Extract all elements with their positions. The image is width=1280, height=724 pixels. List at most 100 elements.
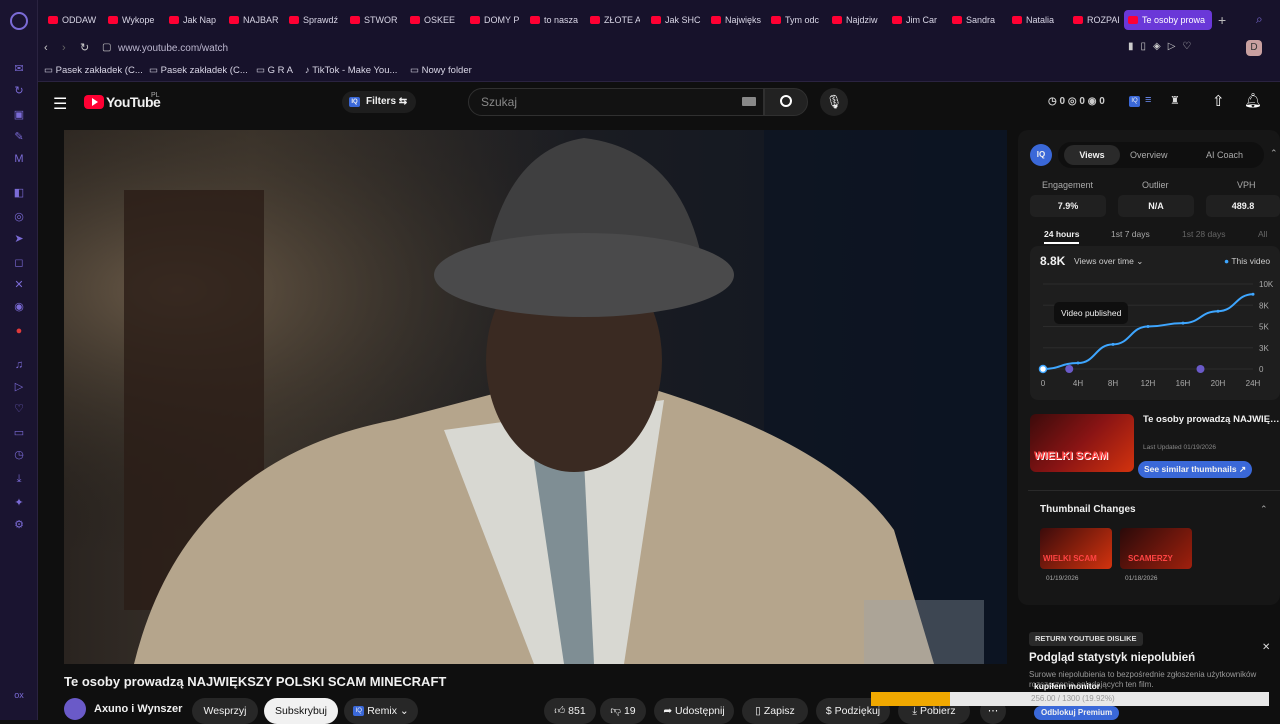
tab-search-icon[interactable]: ⌕ (1256, 12, 1263, 27)
save-button[interactable]: ▯ Zapisz (742, 698, 808, 724)
settings-icon[interactable]: ⚙ (10, 518, 28, 532)
refresh-icon[interactable]: ↻ (10, 84, 28, 98)
new-tab-icon[interactable]: + (1218, 12, 1226, 28)
browser-tab[interactable]: OSKEE (406, 10, 460, 30)
y-tick-label: 8K (1259, 301, 1269, 310)
notifications-icon[interactable]: 🔔︎ (1244, 92, 1262, 109)
close-icon[interactable]: ✕ (1262, 642, 1270, 653)
puzzle-icon[interactable]: ✦ (10, 496, 28, 510)
browser-tab[interactable]: Tym odc (767, 10, 821, 30)
collapse-icon[interactable]: ⌃ (1260, 504, 1268, 515)
music-icon[interactable]: ♫ (10, 358, 28, 372)
browser-tab[interactable]: ZŁOTE A (586, 10, 640, 30)
browser-tab[interactable]: Sandra (948, 10, 1002, 30)
like-button[interactable]: 👍︎ 851 (544, 698, 596, 724)
download-icon[interactable]: ⤓ (10, 472, 28, 486)
browser-tab[interactable]: NAJBAR (225, 10, 279, 30)
heart-icon[interactable]: ♡ (10, 402, 28, 416)
tab-views[interactable]: Views (1064, 145, 1120, 165)
tab-ai-coach[interactable]: AI Coach (1206, 150, 1243, 160)
youtube-logo-icon[interactable] (84, 95, 104, 109)
browser-tab[interactable]: Natalia (1008, 10, 1062, 30)
wallet-icon[interactable]: ▭ (10, 426, 28, 440)
unlock-premium-button[interactable]: Odblokuj Premium (1034, 706, 1120, 720)
thumbnail-change[interactable]: SCAMERZY (1120, 528, 1192, 569)
search-button[interactable] (764, 88, 808, 116)
back-icon[interactable]: ‹ (44, 42, 48, 54)
bookmark-item[interactable]: ▭ Pasek zakładek (C... (149, 65, 248, 76)
browser-tab[interactable]: Jim Car (888, 10, 942, 30)
ox-icon[interactable]: ox (10, 688, 28, 702)
twitch-icon[interactable]: ◧ (10, 186, 28, 200)
event-marker (1196, 365, 1205, 373)
bookmark-item[interactable]: ♪ TikTok - Make You... (305, 65, 397, 76)
collapse-icon[interactable]: ⌃ (1270, 148, 1278, 159)
tab-overview[interactable]: Overview (1130, 150, 1168, 160)
browser-tab[interactable]: Jak SHC (647, 10, 701, 30)
channel-avatar[interactable] (64, 698, 86, 720)
share-button[interactable]: ➦ Udostępnij (654, 698, 734, 724)
video-thumbnail[interactable]: WIELKI SCAM (1030, 414, 1134, 472)
forward-icon[interactable]: › (62, 42, 66, 54)
record-icon[interactable]: ● (10, 324, 28, 338)
vidiq-badge[interactable]: IQ (1030, 144, 1052, 166)
browser-tab[interactable]: Najdziw (828, 10, 882, 30)
views-dropdown[interactable]: Views over time ⌄ (1074, 256, 1143, 267)
extension-icons[interactable]: ▮▯◈▷♡ (1128, 41, 1198, 52)
browser-tab[interactable]: STWOR (346, 10, 400, 30)
channel-name[interactable]: Axuno i Wynszer (94, 703, 182, 715)
views-chart[interactable]: 10K 8K 5K 3K 0 0 4H 8H 12H 16H 20H 24H (1030, 272, 1280, 396)
clock-icon[interactable]: ◷ (10, 448, 28, 462)
similar-thumbnails-button[interactable]: See similar thumbnails ↗ (1138, 461, 1253, 478)
telegram-icon[interactable]: ➤ (10, 232, 28, 246)
messenger-icon[interactable]: ◎ (10, 210, 28, 224)
range-24h[interactable]: 24 hours (1044, 229, 1080, 244)
instagram-icon[interactable]: ◻ (10, 256, 28, 270)
upload-icon[interactable]: ⇧ (1212, 92, 1225, 110)
thumbnail-change[interactable]: WIELKI SCAM (1040, 528, 1112, 569)
reload-icon[interactable]: ↻ (80, 41, 89, 54)
bookmark-item[interactable]: ▭ G R A (256, 65, 293, 76)
list-icon[interactable]: ≡ (1145, 94, 1151, 106)
keyboard-icon[interactable] (742, 97, 756, 106)
browser-tab[interactable]: Wykope (104, 10, 158, 30)
range-all[interactable]: All (1258, 229, 1267, 239)
menu-icon[interactable]: ☰ (53, 94, 67, 114)
browser-tab[interactable]: Te osoby prowa (1124, 10, 1212, 30)
support-button[interactable]: Wesprzyj (192, 698, 258, 724)
subscribe-button[interactable]: Subskrybuj (264, 698, 338, 724)
profile-avatar[interactable]: D (1246, 40, 1262, 56)
range-28d[interactable]: 1st 28 days (1182, 229, 1225, 239)
browser-tab[interactable]: ODDAW (44, 10, 98, 30)
m-icon[interactable]: M (10, 152, 28, 166)
range-7d[interactable]: 1st 7 days (1111, 229, 1150, 239)
browser-tab[interactable]: ROZPAD (1069, 10, 1119, 30)
browser-tab[interactable]: to nasza (526, 10, 580, 30)
browser-tab[interactable]: DOMY P (466, 10, 520, 30)
browser-tab[interactable]: Jak Nap (165, 10, 219, 30)
remix-button[interactable]: IQ Remix ⌄ (344, 698, 418, 724)
x-icon[interactable]: ✕ (10, 278, 28, 292)
filters-button[interactable]: IQ Filters ⇆ (342, 91, 416, 113)
browser-tab[interactable]: Największ (707, 10, 761, 30)
data-point (1146, 325, 1150, 328)
mail-icon[interactable]: ✉ (10, 62, 28, 76)
bag-icon[interactable]: ▣ (10, 108, 28, 122)
discord-icon[interactable]: ◉ (10, 300, 28, 314)
video-player[interactable] (64, 130, 1007, 664)
vidiq-icon[interactable]: IQ (1129, 96, 1140, 107)
bookmark-item[interactable]: ▭ Pasek zakładek (C... (44, 65, 143, 76)
lock-icon[interactable]: ▢ (102, 42, 111, 53)
trophy-icon[interactable]: ♜ (1170, 94, 1180, 107)
mic-icon[interactable]: 🎙 (820, 88, 848, 116)
edit-icon[interactable]: ✎ (10, 130, 28, 144)
dislike-button[interactable]: 👎︎ 19 (600, 698, 646, 724)
browser-logo-icon[interactable] (10, 12, 28, 30)
thumbnail-change-date: 01/18/2026 (1125, 575, 1158, 582)
browser-tab[interactable]: Sprawdź (285, 10, 339, 30)
bookmark-item[interactable]: ▭ Nowy folder (410, 65, 472, 76)
play-icon[interactable]: ▷ (10, 380, 28, 394)
search-input[interactable]: Szukaj (468, 88, 764, 116)
event-marker (1065, 365, 1074, 373)
url-field[interactable]: www.youtube.com/watch (118, 40, 1118, 58)
